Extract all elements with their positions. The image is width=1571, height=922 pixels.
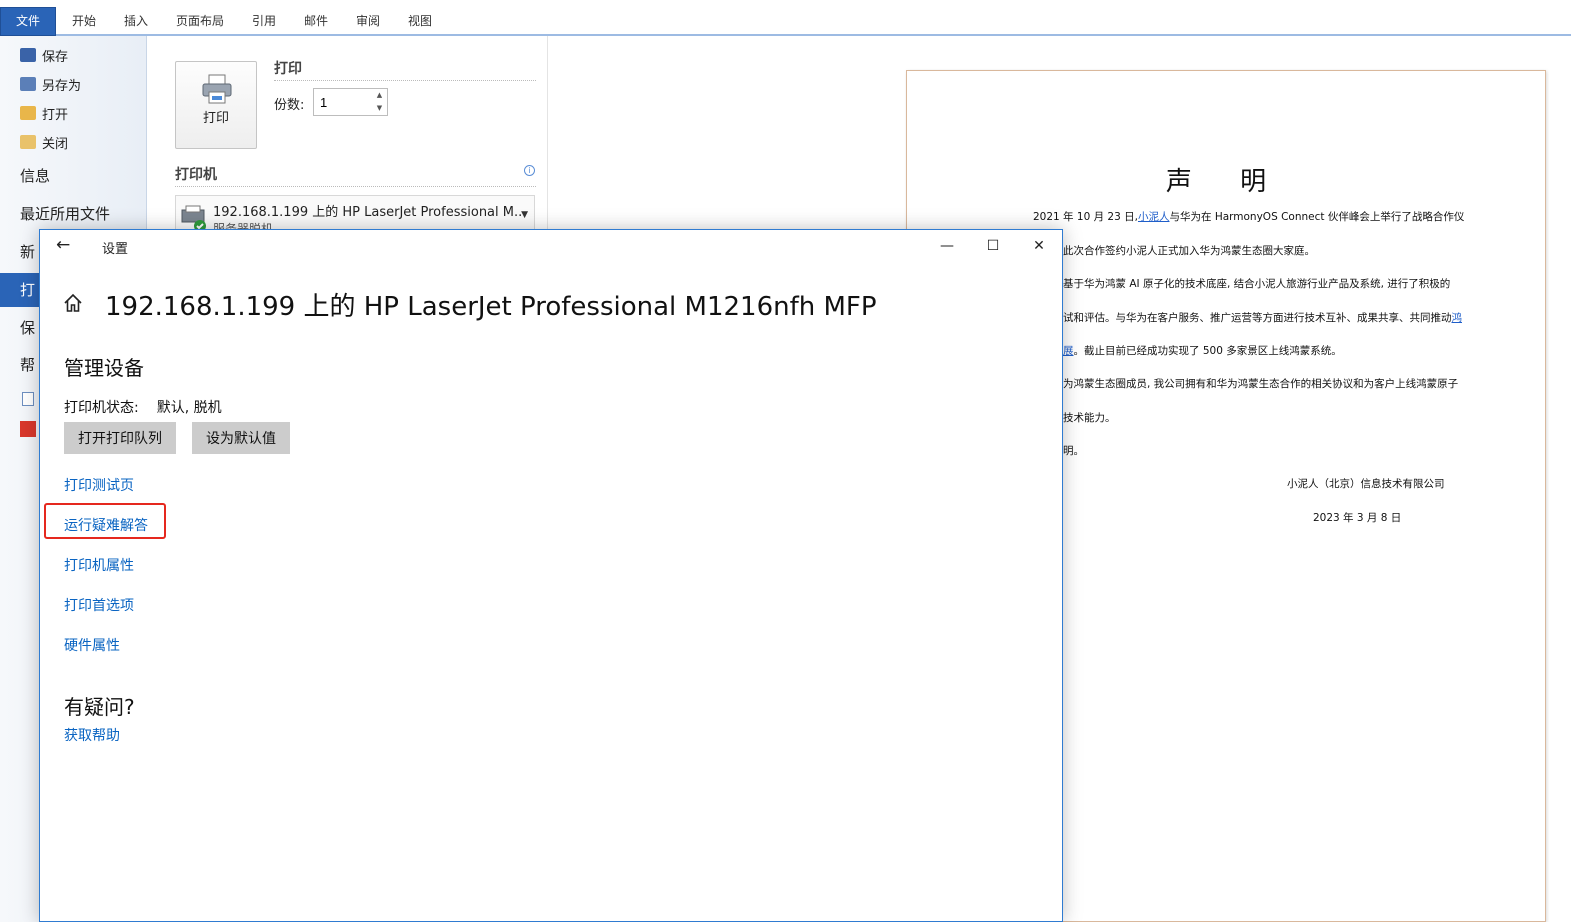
line-link: 鸿 bbox=[1451, 312, 1463, 324]
line-text: 明。 bbox=[1063, 445, 1084, 457]
line-link: 展 bbox=[1063, 345, 1074, 357]
line-text: 试和评估。与华为在客户服务、推广运营等方面进行技术互补、成果共享、共同推动 bbox=[1063, 312, 1452, 324]
printing-preferences-link[interactable]: 打印首选项 bbox=[64, 595, 134, 615]
backstage-save-label: 保存 bbox=[42, 49, 69, 65]
document-title: 声 明 bbox=[1165, 167, 1287, 197]
document-signature: 小泥人（北京）信息技术有限公司 bbox=[1287, 478, 1445, 490]
document-date: 2023 年 3 月 8 日 bbox=[1313, 512, 1402, 524]
document-line: 基于华为鸿蒙 AI 原子化的技术底座, 结合小泥人旅游行业产品及系统, 进行了积… bbox=[1063, 276, 1450, 291]
backstage-recent[interactable]: 最近所用文件 bbox=[20, 202, 110, 226]
printer-heading: 打印机 bbox=[175, 167, 217, 183]
set-default-button[interactable]: 设为默认值 bbox=[192, 422, 290, 454]
document-line: 技术能力。 bbox=[1063, 410, 1116, 425]
document-line: 此次合作签约小泥人正式加入华为鸿蒙生态圈大家庭。 bbox=[1063, 243, 1315, 258]
document-line: 试和评估。与华为在客户服务、推广运营等方面进行技术互补、成果共享、共同推动鸿 bbox=[1063, 310, 1462, 325]
line-text: 此次合作签约小泥人正式加入华为鸿蒙生态圈大家庭。 bbox=[1063, 245, 1315, 257]
divider bbox=[175, 186, 536, 187]
question-title: 有疑问? bbox=[64, 695, 135, 719]
backstage-help[interactable]: 帮 bbox=[20, 353, 35, 377]
info-icon[interactable]: i bbox=[524, 165, 535, 176]
print-button-label: 打印 bbox=[202, 111, 229, 126]
backstage-open-label: 打开 bbox=[42, 107, 69, 123]
printer-status-row: 打印机状态: 默认, 脱机 bbox=[64, 397, 222, 417]
hardware-properties-link[interactable]: 硬件属性 bbox=[64, 635, 120, 655]
copies-spinner[interactable]: ▲ ▼ bbox=[372, 89, 387, 115]
save-as-icon bbox=[20, 77, 36, 91]
backstage-close-label: 关闭 bbox=[42, 136, 69, 152]
print-button[interactable]: 打印 bbox=[175, 61, 257, 149]
home-icon[interactable] bbox=[62, 292, 84, 314]
tab-file[interactable]: 文件 bbox=[0, 7, 56, 36]
line-text: 。截止目前已经成功实现了 500 多家景区上线鸿蒙系统。 bbox=[1073, 345, 1342, 357]
backstage-save-send[interactable]: 保 bbox=[20, 316, 35, 340]
backstage-print[interactable]: 打 bbox=[20, 278, 35, 302]
save-icon bbox=[20, 48, 36, 62]
document-line: 明。 bbox=[1063, 443, 1084, 458]
line-link: 小泥人 bbox=[1137, 211, 1170, 223]
document-line: 展。截止目前已经成功实现了 500 多家景区上线鸿蒙系统。 bbox=[1063, 343, 1342, 358]
title-bar[interactable]: ← 设置 — ☐ ✕ bbox=[40, 230, 1062, 262]
settings-window: ← 设置 — ☐ ✕ 192.168.1.199 上的 HP LaserJet … bbox=[39, 229, 1063, 922]
section-title: 管理设备 bbox=[64, 356, 144, 380]
printer-name: 192.168.1.199 上的 HP LaserJet Professiona… bbox=[213, 205, 527, 220]
close-folder-icon bbox=[20, 135, 36, 149]
status-label: 打印机状态: bbox=[64, 400, 139, 416]
tab-review[interactable]: 审阅 bbox=[350, 8, 386, 34]
get-help-link[interactable]: 获取帮助 bbox=[64, 725, 120, 745]
window-title: 设置 bbox=[102, 242, 129, 257]
backstage-info[interactable]: 信息 bbox=[20, 164, 50, 188]
backstage-save[interactable]: 保存 bbox=[20, 44, 68, 66]
status-value: 默认, 脱机 bbox=[156, 400, 222, 416]
run-troubleshooter-link[interactable]: 运行疑难解答 bbox=[64, 515, 148, 535]
open-folder-icon bbox=[20, 106, 36, 120]
back-arrow-icon[interactable]: ← bbox=[56, 235, 70, 255]
print-section-title: 打印 bbox=[274, 61, 302, 77]
tab-page-layout[interactable]: 页面布局 bbox=[170, 8, 230, 34]
tab-home[interactable]: 开始 bbox=[66, 8, 102, 34]
exit-icon[interactable] bbox=[20, 421, 36, 437]
print-pane: 打印 打印 份数: ▲▼ 打印机 i 192.168.1.199 上的 HP L… bbox=[148, 36, 548, 236]
line-text: 与华为在 HarmonyOS Connect 伙伴峰会上举行了战略合作仪 bbox=[1169, 211, 1465, 223]
backstage-close[interactable]: 关闭 bbox=[20, 131, 68, 153]
line-text: 为鸿蒙生态圈成员, 我公司拥有和华为鸿蒙生态合作的相关协议和为客户上线鸿蒙原子 bbox=[1063, 378, 1459, 390]
document-line: 2021 年 10 月 23 日,小泥人与华为在 HarmonyOS Conne… bbox=[1033, 209, 1464, 224]
divider bbox=[274, 80, 536, 81]
maximize-button[interactable]: ☐ bbox=[970, 230, 1016, 262]
tab-insert[interactable]: 插入 bbox=[118, 8, 154, 34]
backstage-save-as[interactable]: 另存为 bbox=[20, 73, 81, 95]
close-button[interactable]: ✕ bbox=[1016, 230, 1062, 262]
tab-references[interactable]: 引用 bbox=[246, 8, 282, 34]
backstage-save-as-label: 另存为 bbox=[42, 78, 82, 94]
document-line: 为鸿蒙生态圈成员, 我公司拥有和华为鸿蒙生态合作的相关协议和为客户上线鸿蒙原子 bbox=[1063, 376, 1458, 391]
page-title: 192.168.1.199 上的 HP LaserJet Professiona… bbox=[105, 292, 877, 322]
printer-icon bbox=[202, 74, 232, 104]
tab-view[interactable]: 视图 bbox=[402, 8, 438, 34]
line-text: 技术能力。 bbox=[1063, 412, 1116, 424]
ribbon-tab-bar: 文件 开始 插入 页面布局 引用 邮件 审阅 视图 bbox=[0, 0, 1571, 36]
print-test-page-link[interactable]: 打印测试页 bbox=[64, 475, 134, 495]
minimize-button[interactable]: — bbox=[924, 230, 970, 262]
printer-properties-link[interactable]: 打印机属性 bbox=[64, 555, 134, 575]
chevron-down-icon: ▼ bbox=[521, 210, 528, 220]
line-text: 2021 年 10 月 23 日, bbox=[1033, 211, 1138, 223]
tab-mailings[interactable]: 邮件 bbox=[298, 8, 334, 34]
backstage-new[interactable]: 新 bbox=[20, 240, 35, 264]
options-icon[interactable] bbox=[22, 392, 34, 406]
printer-offline-icon bbox=[181, 205, 206, 232]
copies-label: 份数: bbox=[274, 98, 305, 113]
backstage-open[interactable]: 打开 bbox=[20, 102, 68, 124]
line-text: 基于华为鸿蒙 AI 原子化的技术底座, 结合小泥人旅游行业产品及系统, 进行了积… bbox=[1063, 278, 1451, 290]
open-queue-button[interactable]: 打开打印队列 bbox=[64, 422, 176, 454]
